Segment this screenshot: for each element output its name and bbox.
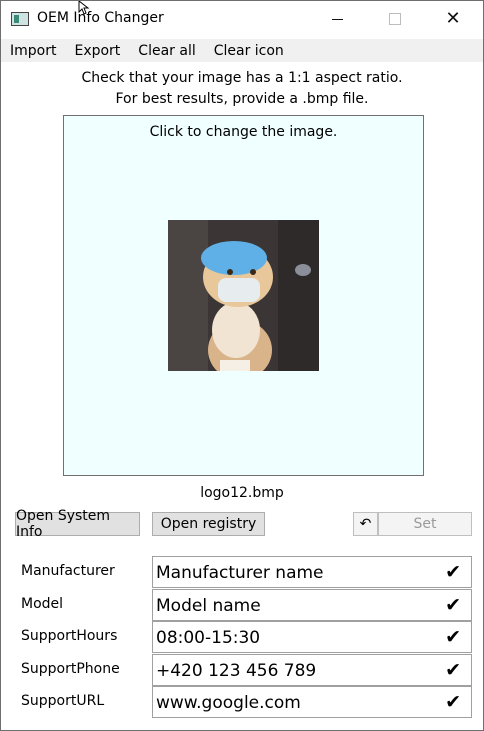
oem-logo-image xyxy=(168,220,319,371)
close-button[interactable]: ✕ xyxy=(424,1,482,37)
field-value: +420 123 456 789 xyxy=(156,661,317,681)
checkmark-icon[interactable]: ✔ xyxy=(445,594,461,616)
image-picker-caption: Click to change the image. xyxy=(149,124,338,140)
title-bar[interactable]: OEM Info Changer ✕ xyxy=(1,1,483,37)
checkmark-icon[interactable]: ✔ xyxy=(445,659,461,681)
open-system-info-button[interactable]: Open System Info xyxy=(15,508,140,540)
field-value: www.google.com xyxy=(156,693,301,713)
menu-clear-icon[interactable]: Clear icon xyxy=(205,43,293,59)
field-label: SupportPhone xyxy=(21,661,120,677)
checkmark-icon[interactable]: ✔ xyxy=(445,691,461,713)
field-row-support-url: SupportURL www.google.com ✔ xyxy=(1,686,483,718)
aspect-ratio-hint: Check that your image has a 1:1 aspect r… xyxy=(81,70,403,86)
undo-icon: ↶ xyxy=(359,516,372,532)
field-row-manufacturer: Manufacturer Manufacturer name ✔ xyxy=(1,556,483,588)
maximize-button xyxy=(366,1,424,37)
support-hours-input[interactable]: 08:00-15:30 ✔ xyxy=(152,621,472,653)
support-url-input[interactable]: www.google.com ✔ xyxy=(152,686,472,718)
close-icon: ✕ xyxy=(445,8,461,29)
minimize-button[interactable] xyxy=(308,1,366,37)
field-value: 08:00-15:30 xyxy=(156,628,261,648)
app-icon xyxy=(11,12,29,26)
mouse-cursor-icon xyxy=(78,1,90,15)
image-file-name: logo12.bmp xyxy=(200,485,284,501)
field-label: SupportHours xyxy=(21,628,118,644)
field-label: Manufacturer xyxy=(21,563,115,579)
support-phone-input[interactable]: +420 123 456 789 ✔ xyxy=(152,654,472,686)
window-title: OEM Info Changer xyxy=(37,10,164,26)
bmp-hint: For best results, provide a .bmp file. xyxy=(115,91,369,107)
undo-button[interactable]: ↶ xyxy=(353,512,378,536)
open-registry-button[interactable]: Open registry xyxy=(152,512,265,536)
menu-clear-all[interactable]: Clear all xyxy=(129,43,204,59)
field-row-support-hours: SupportHours 08:00-15:30 ✔ xyxy=(1,621,483,653)
app-window: OEM Info Changer ✕ Import Export Clear a… xyxy=(0,0,484,731)
image-picker-area[interactable]: Click to change the image. xyxy=(63,115,424,476)
field-value: Model name xyxy=(156,596,261,616)
menu-bar: Import Export Clear all Clear icon xyxy=(1,39,483,62)
manufacturer-input[interactable]: Manufacturer name ✔ xyxy=(152,556,472,588)
set-button[interactable]: Set xyxy=(378,512,472,536)
menu-export[interactable]: Export xyxy=(65,43,129,59)
field-label: SupportURL xyxy=(21,693,105,709)
checkmark-icon[interactable]: ✔ xyxy=(445,561,461,583)
checkmark-icon[interactable]: ✔ xyxy=(445,626,461,648)
field-value: Manufacturer name xyxy=(156,563,324,583)
model-input[interactable]: Model name ✔ xyxy=(152,589,472,621)
field-label: Model xyxy=(21,596,64,612)
menu-import[interactable]: Import xyxy=(1,43,65,59)
field-row-support-phone: SupportPhone +420 123 456 789 ✔ xyxy=(1,654,483,686)
field-row-model: Model Model name ✔ xyxy=(1,589,483,621)
